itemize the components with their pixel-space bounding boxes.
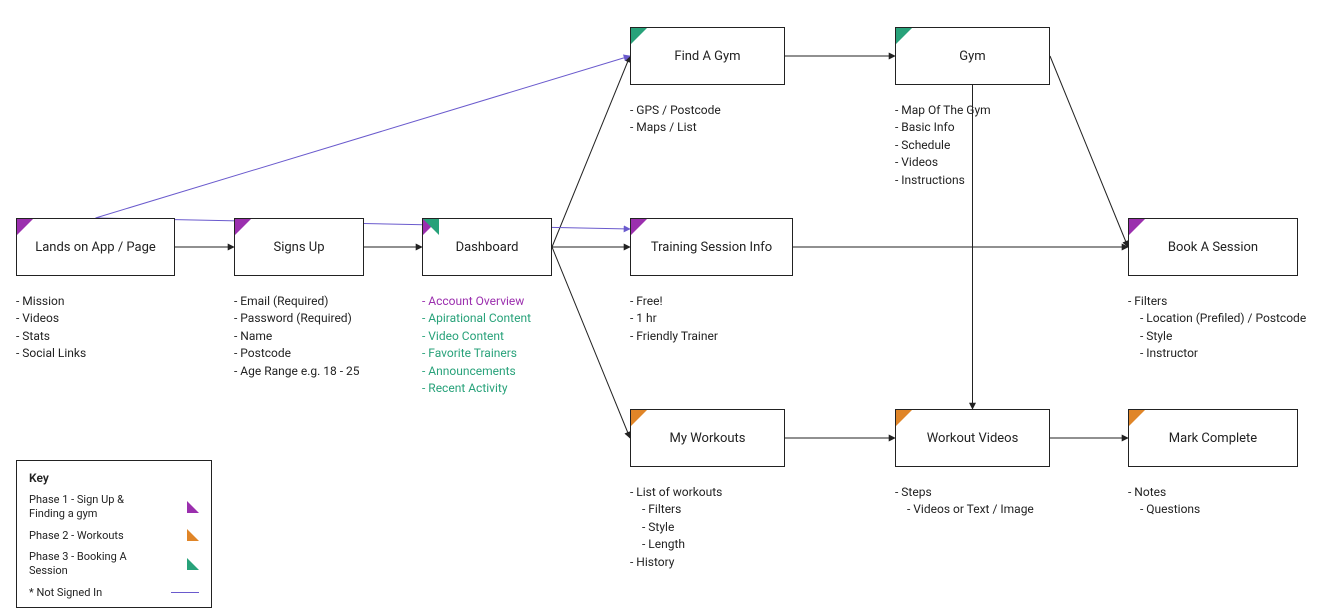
node-label: Workout Videos: [927, 431, 1019, 446]
node-corner: [423, 219, 439, 235]
bullet-item: - GPS / Postcode: [630, 102, 721, 119]
bullet-item: - Filters: [630, 501, 722, 518]
node-training: Training Session Info: [630, 218, 793, 276]
node-label: Gym: [959, 49, 985, 64]
bullet-item: - Social Links: [16, 345, 86, 362]
bullet-item: - Free!: [630, 293, 718, 310]
bullet-item: - Maps / List: [630, 119, 721, 136]
legend-row: Phase 2 - Workouts: [29, 529, 199, 543]
node-label: Book A Session: [1168, 240, 1258, 255]
arrow: [552, 247, 630, 438]
node-label: Signs Up: [273, 240, 324, 255]
bullet-item: - List of workouts: [630, 484, 722, 501]
bullets-videos: - Steps- Videos or Text / Image: [895, 484, 1034, 519]
bullet-item: - Videos: [16, 310, 86, 327]
bullet-item: - Stats: [16, 328, 86, 345]
legend-row: Phase 1 - Sign Up & Finding a gym: [29, 493, 199, 521]
bullet-item: - Steps: [895, 484, 1034, 501]
legend-row-text: Phase 2 - Workouts: [29, 529, 124, 543]
bullets-gym: - Map Of The Gym- Basic Info- Schedule- …: [895, 102, 991, 189]
bullet-item: - Mission: [16, 293, 86, 310]
legend-swatch-triangle: [187, 558, 199, 570]
arrow: [552, 56, 630, 247]
bullets-signup: - Email (Required)- Password (Required)-…: [234, 293, 359, 380]
node-corner: [631, 410, 647, 426]
bullet-item: - Videos or Text / Image: [895, 501, 1034, 518]
node-corner: [1129, 410, 1145, 426]
legend-row-text: Phase 3 - Booking A Session: [29, 550, 159, 578]
bullet-item: - History: [630, 554, 722, 571]
bullets-landing: - Mission- Videos- Stats- Social Links: [16, 293, 86, 363]
node-corner: [896, 410, 912, 426]
bullet-item: - Style: [630, 519, 722, 536]
bullet-item: - Notes: [1128, 484, 1200, 501]
legend-box: Key Phase 1 - Sign Up & Finding a gym Pha…: [16, 460, 212, 608]
bullet-item: - Name: [234, 328, 359, 345]
bullet-item: - Location (Prefiled) / Postcode: [1128, 310, 1306, 327]
arrow: [1050, 56, 1128, 247]
bullet-item: - Announcements: [422, 363, 531, 380]
legend-row: * Not Signed In: [29, 586, 199, 600]
bullets-findgym: - GPS / Postcode- Maps / List: [630, 102, 721, 137]
bullets-dashboard: - Account Overview- Apirational Content-…: [422, 293, 531, 397]
node-label: Find A Gym: [674, 49, 740, 64]
bullet-item: - Account Overview: [422, 293, 531, 310]
legend-title: Key: [29, 471, 199, 485]
bullet-item: - Basic Info: [895, 119, 991, 136]
bullet-item: - Map Of The Gym: [895, 102, 991, 119]
bullet-item: - Videos: [895, 154, 991, 171]
node-corner: [631, 219, 647, 235]
legend-row-text: Phase 1 - Sign Up & Finding a gym: [29, 493, 159, 521]
bullet-item: - Filters: [1128, 293, 1306, 310]
node-book: Book A Session: [1128, 218, 1298, 276]
node-gym: Gym: [895, 27, 1050, 85]
node-landing: Lands on App / Page: [16, 218, 175, 276]
legend-row: Phase 3 - Booking A Session: [29, 550, 199, 578]
bullet-item: - Questions: [1128, 501, 1200, 518]
bullet-item: - Favorite Trainers: [422, 345, 531, 362]
bullet-item: - Length: [630, 536, 722, 553]
node-label: Training Session Info: [651, 240, 772, 255]
legend-swatch-triangle: [187, 529, 199, 541]
node-label: My Workouts: [669, 431, 745, 446]
arrow: [96, 56, 631, 218]
node-corner: [235, 219, 251, 235]
bullets-book: - Filters- Location (Prefiled) / Postcod…: [1128, 293, 1306, 363]
node-corner: [17, 219, 33, 235]
node-label: Lands on App / Page: [35, 240, 156, 255]
bullets-training: - Free!- 1 hr- Friendly Trainer: [630, 293, 718, 345]
bullet-item: - Apirational Content: [422, 310, 531, 327]
bullet-item: - Style: [1128, 328, 1306, 345]
node-dashboard: Dashboard: [422, 218, 552, 276]
node-corner: [631, 28, 647, 44]
node-findgym: Find A Gym: [630, 27, 785, 85]
node-label: Mark Complete: [1169, 431, 1257, 446]
legend-swatch-triangle: [187, 501, 199, 513]
bullet-item: - 1 hr: [630, 310, 718, 327]
node-videos: Workout Videos: [895, 409, 1050, 467]
bullet-item: - Video Content: [422, 328, 531, 345]
bullet-item: - Schedule: [895, 137, 991, 154]
node-workouts: My Workouts: [630, 409, 785, 467]
node-signup: Signs Up: [234, 218, 364, 276]
bullet-item: - Recent Activity: [422, 380, 531, 397]
node-mark: Mark Complete: [1128, 409, 1298, 467]
node-label: Dashboard: [456, 240, 519, 255]
bullet-item: - Instructor: [1128, 345, 1306, 362]
bullet-item: - Instructions: [895, 172, 991, 189]
node-corner: [896, 28, 912, 44]
bullets-workouts: - List of workouts- Filters- Style- Leng…: [630, 484, 722, 571]
bullet-item: - Email (Required): [234, 293, 359, 310]
bullet-item: - Age Range e.g. 18 - 25: [234, 363, 359, 380]
bullets-mark: - Notes- Questions: [1128, 484, 1200, 519]
bullet-item: - Password (Required): [234, 310, 359, 327]
bullet-item: - Friendly Trainer: [630, 328, 718, 345]
legend-row-text: * Not Signed In: [29, 586, 102, 600]
bullet-item: - Postcode: [234, 345, 359, 362]
node-corner: [1129, 219, 1145, 235]
legend-swatch-line: [171, 592, 199, 593]
